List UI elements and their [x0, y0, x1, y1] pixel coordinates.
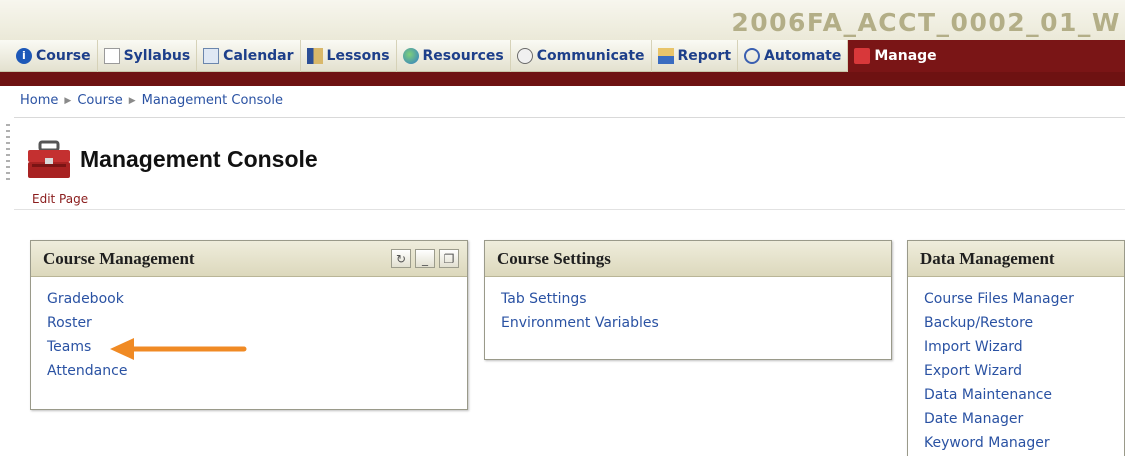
- breadcrumb-course[interactable]: Course: [77, 93, 122, 108]
- export-wizard-link[interactable]: Export Wizard: [924, 359, 1124, 383]
- data-maintenance-link[interactable]: Data Maintenance: [924, 383, 1124, 407]
- communicate-icon: [516, 47, 533, 64]
- drag-handle-icon[interactable]: [6, 124, 10, 184]
- nav-tab-communicate[interactable]: Communicate: [511, 39, 652, 72]
- panel-title: Course Settings: [485, 241, 891, 277]
- roster-link[interactable]: Roster: [47, 311, 467, 335]
- breadcrumb-home[interactable]: Home: [20, 93, 58, 108]
- course-settings-panel: Course Settings Tab Settings Environment…: [484, 240, 892, 360]
- nav-tab-course[interactable]: Course: [10, 39, 98, 72]
- nav-tab-label: Resources: [422, 47, 504, 64]
- nav-divider: [0, 72, 1125, 86]
- toolbox-icon: [854, 47, 871, 64]
- panel-title: Data Management: [908, 241, 1124, 277]
- nav-tab-label: Automate: [764, 47, 842, 64]
- automate-icon: [744, 47, 761, 64]
- restore-icon[interactable]: ❐: [439, 249, 459, 268]
- nav-tab-report[interactable]: Report: [652, 39, 739, 72]
- nav-tab-label: Communicate: [536, 47, 645, 64]
- page-title: Management Console: [80, 146, 318, 172]
- tab-settings-link[interactable]: Tab Settings: [501, 287, 891, 311]
- panel-links: Gradebook Roster Teams Attendance: [31, 277, 467, 383]
- import-wizard-link[interactable]: Import Wizard: [924, 335, 1124, 359]
- nav-tab-label: Calendar: [223, 47, 294, 64]
- annotation-arrow-icon: [110, 338, 247, 360]
- nav-tab-label: Report: [677, 47, 732, 64]
- nav-tab-automate[interactable]: Automate: [738, 39, 849, 72]
- nav-tab-syllabus[interactable]: Syllabus: [98, 39, 198, 72]
- nav-tab-label: Syllabus: [123, 47, 191, 64]
- nav-tab-resources[interactable]: Resources: [397, 39, 511, 72]
- minimize-icon[interactable]: _: [415, 249, 435, 268]
- refresh-icon[interactable]: ↻: [391, 249, 411, 268]
- nav-tab-label: Manage: [874, 47, 937, 64]
- nav-tab-label: Lessons: [326, 47, 390, 64]
- breadcrumb-divider: [14, 117, 1125, 118]
- title-divider: [14, 209, 1125, 210]
- breadcrumb-separator-icon: ▶: [64, 95, 72, 106]
- document-icon: [103, 47, 120, 64]
- backup-restore-link[interactable]: Backup/Restore: [924, 311, 1124, 335]
- gradebook-link[interactable]: Gradebook: [47, 287, 467, 311]
- course-files-manager-link[interactable]: Course Files Manager: [924, 287, 1124, 311]
- nav-tab-calendar[interactable]: Calendar: [197, 39, 301, 72]
- globe-icon: [402, 47, 419, 64]
- panel-tools: ↻ _ ❐: [391, 249, 459, 268]
- keyword-manager-link[interactable]: Keyword Manager: [924, 431, 1124, 455]
- course-title-strip: 2006FA_ACCT_0002_01_W: [0, 0, 1125, 40]
- panel-links: Tab Settings Environment Variables: [485, 277, 891, 335]
- course-management-panel: Course Management ↻ _ ❐ Gradebook Roster…: [30, 240, 468, 410]
- main-nav: Course Syllabus Calendar Lessons Resourc…: [0, 39, 1125, 72]
- date-manager-link[interactable]: Date Manager: [924, 407, 1124, 431]
- breadcrumb-separator-icon: ▶: [128, 95, 136, 106]
- nav-tab-manage[interactable]: Manage: [848, 39, 1125, 72]
- data-management-panel: Data Management Course Files Manager Bac…: [907, 240, 1125, 456]
- nav-tab-lessons[interactable]: Lessons: [301, 39, 397, 72]
- edit-page-link[interactable]: Edit Page: [32, 192, 88, 206]
- course-code: 2006FA_ACCT_0002_01_W: [731, 8, 1121, 37]
- toolbox-icon: [28, 140, 70, 178]
- info-icon: [16, 47, 32, 64]
- report-icon: [657, 47, 674, 64]
- lessons-icon: [306, 47, 323, 64]
- calendar-icon: [203, 47, 220, 64]
- breadcrumb: Home ▶ Course ▶ Management Console: [20, 93, 283, 108]
- environment-variables-link[interactable]: Environment Variables: [501, 311, 891, 335]
- attendance-link[interactable]: Attendance: [47, 359, 467, 383]
- panel-links: Course Files Manager Backup/Restore Impo…: [908, 277, 1124, 455]
- nav-tab-label: Course: [36, 47, 91, 64]
- breadcrumb-current[interactable]: Management Console: [142, 93, 283, 108]
